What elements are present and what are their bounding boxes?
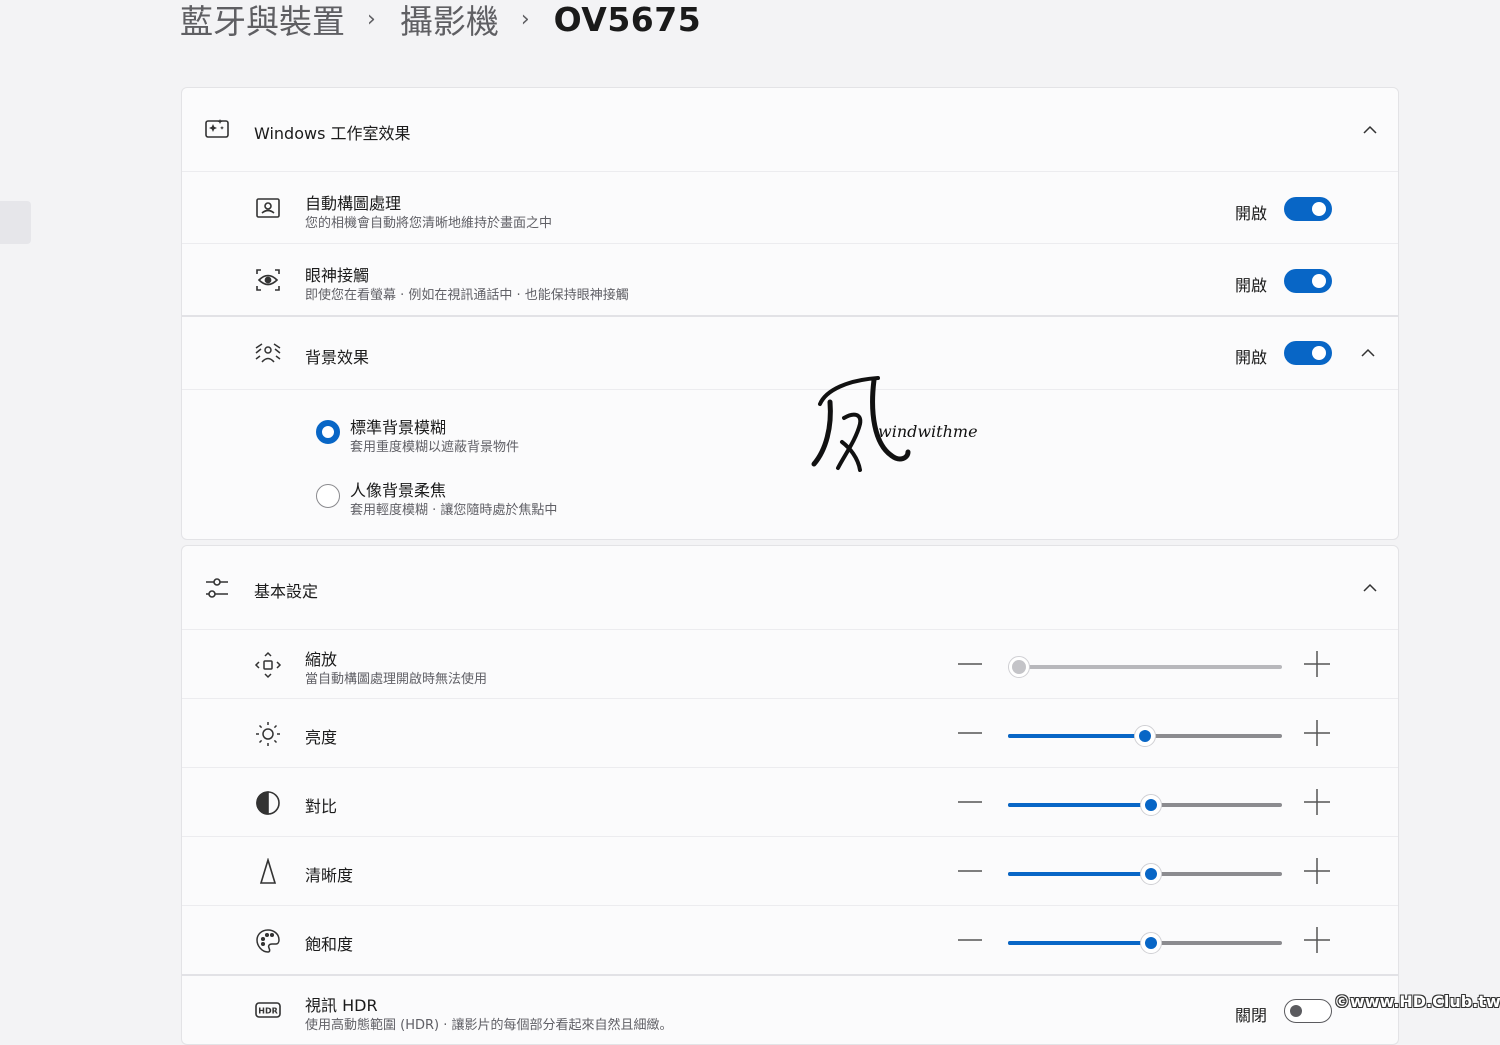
basic-settings-title: 基本設定 [254,582,319,601]
sun-icon [253,719,283,749]
brightness-row: 亮度 [182,698,1398,767]
zoom-subtitle: 當自動構圖處理開啟時無法使用 [305,672,488,687]
eye-contact-title: 眼神接觸 [305,266,370,285]
auto-framing-subtitle: 您的相機會自動將您清晰地維持於畫面之中 [305,216,553,231]
basic-settings-card: 基本設定 縮放 當自動構圖處理開啟時無法使用 亮度 對比 清晰度 飽和度 HDR… [181,545,1399,1045]
auto-framing-title: 自動構圖處理 [305,194,402,213]
brightness-increase-button[interactable] [1304,720,1330,746]
contrast-decrease-button[interactable] [958,790,982,814]
video-hdr-state: 關閉 [1235,1006,1268,1025]
video-hdr-title: 視訊 HDR [305,996,378,1015]
brightness-slider[interactable] [1008,725,1282,747]
contrast-slider[interactable] [1008,794,1282,816]
standard-blur-title: 標準背景模糊 [350,418,447,437]
watermark-logo: windwithme [808,372,983,482]
saturation-slider[interactable] [1008,932,1282,954]
video-hdr-subtitle: 使用高動態範圍 (HDR) · 讓影片的每個部分看起來自然且細緻。 [305,1018,673,1033]
sharpness-row: 清晰度 [182,836,1398,905]
copyright-watermark: ©www.HD.Club.tw [1334,992,1500,1011]
portrait-blur-subtitle: 套用輕度模糊 · 讓您隨時處於焦點中 [350,503,558,518]
radio-portrait-blur[interactable] [316,484,340,508]
sliders-icon [202,573,232,603]
eye-contact-toggle[interactable] [1284,269,1332,293]
auto-framing-icon [253,193,283,223]
eye-contact-state: 開啟 [1235,276,1268,295]
eye-contact-subtitle: 即使您在看螢幕 · 例如在視訊通話中 · 也能保持眼神接觸 [305,288,629,303]
breadcrumb-bluetooth-devices[interactable]: 藍牙與裝置 [180,0,345,43]
contrast-increase-button[interactable] [1304,789,1330,815]
sharpness-icon [253,857,283,887]
background-effects-row[interactable]: 背景效果 開啟 [182,315,1398,389]
background-options: 標準背景模糊 套用重度模糊以遮蔽背景物件 人像背景柔焦 套用輕度模糊 · 讓您隨… [182,389,1398,539]
chevron-up-icon[interactable] [1359,344,1377,362]
sharpness-increase-button[interactable] [1304,858,1330,884]
standard-blur-subtitle: 套用重度模糊以遮蔽背景物件 [350,440,520,455]
hdr-icon: HDR [253,995,283,1025]
auto-framing-row: 自動構圖處理 您的相機會自動將您清晰地維持於畫面之中 開啟 [182,171,1398,243]
nav-selection-indicator [0,201,31,244]
auto-framing-toggle[interactable] [1284,197,1332,221]
auto-framing-state: 開啟 [1235,204,1268,223]
contrast-icon [253,788,283,818]
breadcrumb-separator: › [520,6,530,32]
background-effects-title: 背景效果 [305,348,370,367]
page-title: OV5675 [553,0,702,39]
portrait-blur-title: 人像背景柔焦 [350,481,447,500]
chevron-up-icon[interactable] [1361,579,1379,597]
breadcrumb: 藍牙與裝置 › 攝影機 › OV5675 [180,0,701,42]
zoom-icon [253,650,283,680]
saturation-title: 飽和度 [305,935,354,954]
eye-contact-icon [253,265,283,295]
studio-effects-header[interactable]: Windows 工作室效果 [182,88,1398,171]
brightness-title: 亮度 [305,728,338,747]
zoom-decrease-button[interactable] [958,652,982,676]
video-hdr-toggle[interactable] [1284,999,1332,1023]
sharpness-decrease-button[interactable] [958,859,982,883]
background-effects-state: 開啟 [1235,348,1268,367]
background-effects-icon [253,339,283,369]
studio-effects-card: Windows 工作室效果 自動構圖處理 您的相機會自動將您清晰地維持於畫面之中… [181,87,1399,540]
zoom-increase-button[interactable] [1304,651,1330,677]
studio-effects-icon [202,114,232,144]
chevron-up-icon[interactable] [1361,121,1379,139]
breadcrumb-separator: › [367,6,376,32]
zoom-slider[interactable] [1008,656,1282,678]
contrast-title: 對比 [305,797,338,816]
contrast-row: 對比 [182,767,1398,836]
brightness-decrease-button[interactable] [958,721,982,745]
video-hdr-row: HDR 視訊 HDR 使用高動態範圍 (HDR) · 讓影片的每個部分看起來自然… [182,974,1398,1044]
background-effects-toggle[interactable] [1284,341,1332,365]
saturation-decrease-button[interactable] [958,928,982,952]
zoom-title: 縮放 [305,650,338,669]
basic-settings-header[interactable]: 基本設定 [182,546,1398,629]
sharpness-title: 清晰度 [305,866,354,885]
radio-standard-blur[interactable] [316,420,340,444]
saturation-row: 飽和度 [182,905,1398,974]
palette-icon [253,926,283,956]
watermark-logo-text: windwithme [878,422,978,441]
hdr-icon-label: HDR [258,1007,278,1016]
studio-effects-title: Windows 工作室效果 [254,124,411,143]
sharpness-slider[interactable] [1008,863,1282,885]
saturation-increase-button[interactable] [1304,927,1330,953]
breadcrumb-cameras[interactable]: 攝影機 [400,0,499,43]
eye-contact-row: 眼神接觸 即使您在看螢幕 · 例如在視訊通話中 · 也能保持眼神接觸 開啟 [182,243,1398,315]
zoom-row: 縮放 當自動構圖處理開啟時無法使用 [182,629,1398,698]
